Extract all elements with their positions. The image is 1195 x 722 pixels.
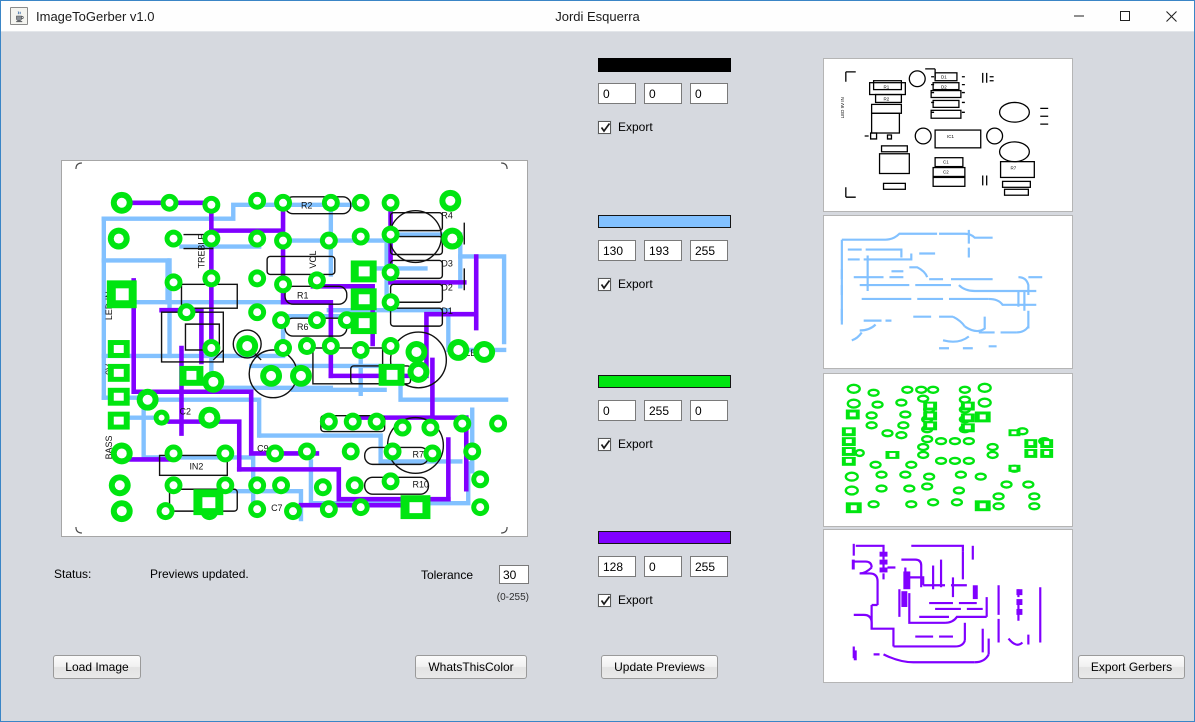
export-checkbox-purple[interactable] [598,594,611,607]
rgb-inputs-black [598,83,738,105]
app-window: ImageToGerber v1.0 Jordi Esquerra [0,0,1195,722]
blue-input-black[interactable] [690,83,728,104]
center-title-text: Jordi Esquerra [555,9,640,24]
svg-text:IN2: IN2 [189,461,203,471]
blue-input-purple[interactable] [690,556,728,577]
export-checkbox-green[interactable] [598,438,611,451]
red-input-blue[interactable] [598,240,636,261]
content-area: TREBLE LED IN 9V BASS VOL R4 R2 D3 D2 D1… [1,32,1194,721]
export-row-purple[interactable]: Export [598,592,653,608]
export-label-purple: Export [618,593,653,607]
color-group-green: Export [598,375,738,388]
status-row: Status: Previews updated. Tolerance (0-2… [54,565,529,587]
svg-text:D1: D1 [441,306,452,316]
silkscreen-preview-art: LED 9V IN R1 R2 D1 D2 IC1 C1 C2 R7 [824,59,1072,211]
export-checkbox-black[interactable] [598,121,611,134]
tolerance-range-hint: (0-255) [497,592,529,603]
svg-text:R6: R6 [297,322,308,332]
color-group-black: Export [598,58,738,72]
maximize-button[interactable] [1102,1,1148,31]
svg-text:VOL: VOL [308,251,318,269]
app-title: ImageToGerber v1.0 [36,9,155,24]
window-center-title: Jordi Esquerra [1,1,1194,31]
svg-text:R4: R4 [441,211,452,221]
status-label: Status: [54,567,91,581]
whats-this-color-button[interactable]: WhatsThisColor [415,655,527,679]
preview-thumbnail-black[interactable]: LED 9V IN R1 R2 D1 D2 IC1 C1 C2 R7 [823,58,1073,212]
minimize-icon [1073,10,1085,22]
svg-text:D2: D2 [941,85,947,90]
red-input-black[interactable] [598,83,636,104]
svg-text:R1: R1 [297,290,308,300]
color-group-blue: Export [598,215,738,228]
color-swatch-blue[interactable] [598,215,731,228]
svg-text:C2: C2 [943,170,949,175]
purple-traces-preview-art [824,530,1072,682]
svg-text:LED 9V IN: LED 9V IN [840,97,845,118]
preview-thumbnail-green[interactable] [823,373,1073,527]
svg-text:C2: C2 [179,407,190,417]
export-label-green: Export [618,437,653,451]
title-bar: ImageToGerber v1.0 Jordi Esquerra [1,1,1194,32]
java-coffee-cup-icon [10,7,28,25]
svg-text:R7: R7 [412,449,423,459]
checkmark-icon [600,595,611,607]
checkmark-icon [600,279,611,291]
tolerance-input[interactable] [499,565,529,584]
close-icon [1165,10,1178,23]
green-input-green[interactable] [644,400,682,421]
export-gerbers-button[interactable]: Export Gerbers [1078,655,1185,679]
tolerance-label: Tolerance [421,568,473,582]
green-input-blue[interactable] [644,240,682,261]
blue-input-blue[interactable] [690,240,728,261]
export-checkbox-blue[interactable] [598,278,611,291]
window-controls [1056,1,1194,31]
svg-text:R2: R2 [301,201,312,211]
blue-traces-preview-art [824,216,1072,368]
green-input-purple[interactable] [644,556,682,577]
svg-text:R2: R2 [884,96,890,101]
svg-text:C1: C1 [943,160,949,165]
color-layers-column: Export Export [598,32,738,672]
blue-input-green[interactable] [690,400,728,421]
svg-text:R1: R1 [884,85,890,90]
svg-text:R10: R10 [412,479,428,489]
close-button[interactable] [1148,1,1194,31]
red-input-purple[interactable] [598,556,636,577]
preview-thumbnail-blue[interactable] [823,215,1073,369]
color-swatch-black[interactable] [598,58,731,72]
svg-text:C7: C7 [271,503,282,513]
green-input-black[interactable] [644,83,682,104]
rgb-inputs-green [598,400,738,422]
green-pads-preview-art [824,374,1072,526]
red-input-green[interactable] [598,400,636,421]
export-label-black: Export [618,120,653,134]
export-row-green[interactable]: Export [598,436,653,452]
preview-thumbnail-purple[interactable] [823,529,1073,683]
load-image-button[interactable]: Load Image [53,655,141,679]
svg-text:IC1: IC1 [947,134,954,139]
checkmark-icon [600,439,611,451]
export-row-black[interactable]: Export [598,119,653,135]
rgb-inputs-blue [598,240,738,262]
checkmark-icon [600,122,611,134]
pcb-composite-art: TREBLE LED IN 9V BASS VOL R4 R2 D3 D2 D1… [62,161,527,536]
status-text: Previews updated. [150,567,249,581]
pcb-composite-preview[interactable]: TREBLE LED IN 9V BASS VOL R4 R2 D3 D2 D1… [61,160,528,537]
export-label-blue: Export [618,277,653,291]
export-row-blue[interactable]: Export [598,276,653,292]
svg-text:D3: D3 [441,258,452,268]
minimize-button[interactable] [1056,1,1102,31]
color-group-purple: Export [598,531,738,544]
svg-text:D1: D1 [941,75,947,80]
rgb-inputs-purple [598,556,738,578]
maximize-icon [1119,10,1131,22]
color-swatch-green[interactable] [598,375,731,388]
svg-text:D2: D2 [441,282,452,292]
color-swatch-purple[interactable] [598,531,731,544]
svg-text:R7: R7 [1010,166,1016,171]
